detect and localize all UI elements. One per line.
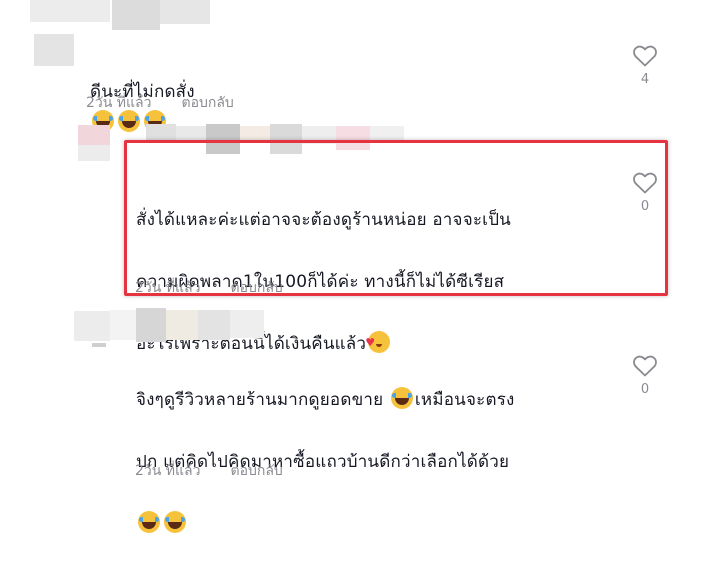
comment-1-meta: 2วัน ที่แล้ว ตอบกลับ [86, 92, 234, 114]
comment-3-meta: 2วัน ที่แล้ว ตอบกลับ [135, 460, 283, 482]
comment-3-emoji-line [136, 509, 515, 540]
comment-2-meta: 2วัน ที่แล้ว ตอบกลับ [135, 277, 283, 299]
smiling-face-with-hearts-emoji [365, 327, 391, 358]
comment-2-line-1: สั่งได้แหละค่ะแต่อาจจะต้องดูร้านหน่อย อา… [136, 210, 512, 230]
blurred-username [110, 310, 136, 340]
blurred-avatar [78, 145, 110, 161]
laugh-emoji [138, 511, 160, 533]
heart-icon [633, 45, 657, 67]
blurred-username [240, 126, 270, 140]
comment-3-line-1: จิงๆดูรีวิวหลายร้านมากดูยอดขาย [136, 390, 384, 410]
blurred-username [230, 310, 264, 338]
comment-2-like-count: 0 [640, 199, 650, 214]
heart-icon [633, 355, 657, 377]
blurred-username [30, 0, 110, 22]
blurred-avatar [34, 34, 74, 66]
comment-3-like-button[interactable]: 0 [631, 354, 659, 397]
comment-3-like-count: 0 [640, 382, 650, 397]
blurred-username [198, 310, 230, 340]
comment-2-time: 2วัน ที่แล้ว [135, 280, 201, 296]
blurred-avatar [78, 125, 110, 145]
laugh-emoji [390, 387, 413, 409]
blurred-username [136, 308, 166, 342]
comment-2-like-button[interactable]: 0 [631, 171, 659, 214]
comment-3-line-1-wrap: จิงๆดูรีวิวหลายร้านมากดูยอดขาย เหมือนจะต… [136, 385, 515, 416]
blurred-avatar [74, 311, 110, 341]
comment-1-like-button[interactable]: 4 [631, 44, 659, 87]
comment-1-time: 2วัน ที่แล้ว [86, 95, 152, 111]
blurred-username [166, 310, 198, 340]
blurred-username [112, 0, 160, 30]
heart-icon [633, 172, 657, 194]
laugh-emoji [164, 511, 186, 533]
comment-1-like-count: 4 [640, 72, 650, 87]
comment-2-reply-button[interactable]: ตอบกลับ [230, 277, 282, 299]
comment-3-line-1b: เหมือนจะตรง [414, 390, 515, 410]
comment-3-reply-button[interactable]: ตอบกลับ [230, 460, 282, 482]
comment-3-time: 2วัน ที่แล้ว [135, 463, 201, 479]
blurred-avatar [92, 343, 106, 347]
comment-1-reply-button[interactable]: ตอบกลับ [181, 92, 233, 114]
blurred-username [160, 0, 210, 24]
